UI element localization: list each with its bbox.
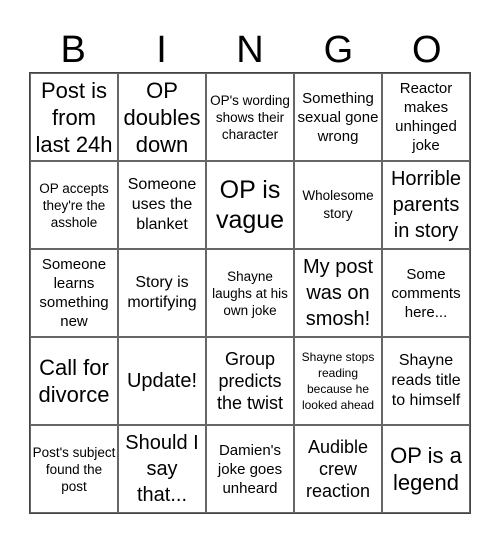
cell-text: Story is mortifying <box>127 274 197 311</box>
bingo-title: B I N G O <box>29 28 471 72</box>
bingo-cell[interactable]: Shayne laughs at his own joke <box>206 249 294 337</box>
cell-text: Call for divorce <box>38 355 110 407</box>
bingo-cell[interactable]: Horrible parents in story <box>382 161 470 249</box>
cell-text: Shayne laughs at his own joke <box>212 268 288 318</box>
bingo-cell[interactable]: OP doubles down <box>118 73 206 161</box>
bingo-cell[interactable]: Shayne reads title to himself <box>382 337 470 425</box>
bingo-cell[interactable]: Group predicts the twist <box>206 337 294 425</box>
bingo-cell[interactable]: Call for divorce <box>30 337 118 425</box>
bingo-cell[interactable]: Post is from last 24h <box>30 73 118 161</box>
cell-text: Group predicts the twist <box>216 349 284 413</box>
bingo-cell[interactable]: Reactor makes unhinged joke <box>382 73 470 161</box>
bingo-cell[interactable]: OP's wording shows their character <box>206 73 294 161</box>
cell-text: OP accepts they're the asshole <box>39 180 109 230</box>
bingo-cell[interactable]: Someone uses the blanket <box>118 161 206 249</box>
cell-text: Post is from last 24h <box>35 77 113 157</box>
bingo-cell[interactable]: Someone learns something new <box>30 249 118 337</box>
cell-text: Something sexual gone wrong <box>297 89 379 145</box>
cell-text: Wholesome story <box>302 188 374 221</box>
bingo-card: Post is from last 24h OP doubles down OP… <box>29 72 471 514</box>
title-letter-o: O <box>411 29 442 71</box>
bingo-cell[interactable]: Post's subject found the post <box>30 425 118 513</box>
cell-text: Should I say that... <box>125 432 199 506</box>
bingo-cell[interactable]: OP is a legend <box>382 425 470 513</box>
cell-text: OP's wording shows their character <box>210 92 290 142</box>
bingo-cell[interactable]: Update! <box>118 337 206 425</box>
bingo-cell[interactable]: Audible crew reaction <box>294 425 382 513</box>
bingo-cell[interactable]: Something sexual gone wrong <box>294 73 382 161</box>
cell-text: Someone learns something new <box>39 256 109 330</box>
cell-text: Update! <box>126 370 198 392</box>
title-letter-n: N <box>236 29 264 71</box>
cell-text: Damien's joke goes unheard <box>217 441 283 497</box>
bingo-cell[interactable]: OP is vague <box>206 161 294 249</box>
title-letter-b: B <box>60 29 86 71</box>
cell-text: My post was on smosh! <box>302 256 374 330</box>
cell-text: Post's subject found the post <box>32 444 116 494</box>
cell-text: Shayne stops reading because he looked a… <box>301 350 375 412</box>
cell-text: OP is vague <box>215 176 285 234</box>
cell-text: Reactor makes unhinged joke <box>395 80 457 154</box>
bingo-cell[interactable]: Should I say that... <box>118 425 206 513</box>
cell-text: Some comments here... <box>391 265 461 321</box>
bingo-cell[interactable]: OP accepts they're the asshole <box>30 161 118 249</box>
bingo-cell[interactable]: Story is mortifying <box>118 249 206 337</box>
bingo-cell[interactable]: My post was on smosh! <box>294 249 382 337</box>
cell-text: Someone uses the blanket <box>127 176 197 233</box>
bingo-cell[interactable]: Damien's joke goes unheard <box>206 425 294 513</box>
cell-text: Audible crew reaction <box>305 437 371 501</box>
cell-text: OP doubles down <box>123 77 201 157</box>
title-letter-i: I <box>156 29 167 71</box>
bingo-cell[interactable]: Wholesome story <box>294 161 382 249</box>
cell-text: Shayne reads title to himself <box>391 352 461 409</box>
bingo-cell[interactable]: Some comments here... <box>382 249 470 337</box>
bingo-cell[interactable]: Shayne stops reading because he looked a… <box>294 337 382 425</box>
cell-text: OP is a legend <box>390 443 462 495</box>
title-letter-g: G <box>323 29 354 71</box>
cell-text: Horrible parents in story <box>390 168 462 242</box>
